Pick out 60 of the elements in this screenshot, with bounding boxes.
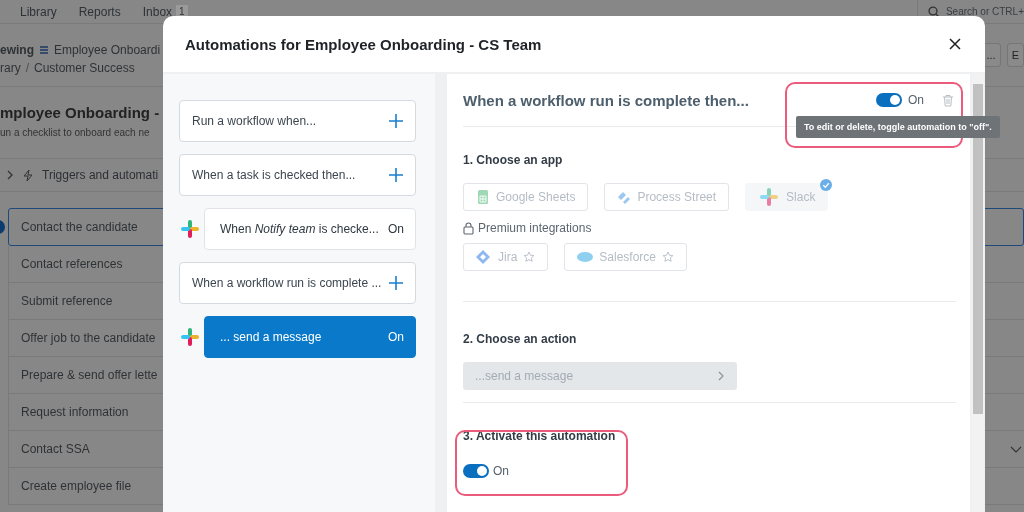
- breadcrumb-link[interactable]: rary: [0, 61, 21, 75]
- slack-logo-icon: [758, 186, 781, 208]
- section-label: Premium integrations: [478, 221, 592, 235]
- trigger-label: When a workflow run is complete ...: [192, 276, 382, 290]
- trash-icon: [942, 93, 954, 107]
- trigger-card[interactable]: When a task is checked then...: [179, 154, 416, 196]
- chevron-icon: [718, 371, 725, 381]
- plus-icon: [389, 276, 403, 290]
- app-option[interactable]: Salesforce: [564, 243, 688, 271]
- diamond-icon: [476, 250, 492, 264]
- status-label: On: [388, 330, 404, 344]
- workflow-icon: [39, 44, 49, 56]
- search-icon: [928, 5, 940, 18]
- trigger-card[interactable]: When a workflow run is complete ...: [179, 262, 416, 304]
- toolbar-button[interactable]: E: [1006, 43, 1024, 67]
- toggle-switch[interactable]: [463, 464, 489, 478]
- nav-link[interactable]: Reports: [78, 4, 121, 19]
- slack-logo-icon: [179, 326, 201, 348]
- lightning-icon: [22, 168, 34, 182]
- workflow-link[interactable]: Employee Onboardi: [54, 43, 161, 57]
- breadcrumb-separator: /: [25, 61, 29, 75]
- close-icon: [949, 38, 961, 50]
- nav-link[interactable]: Library: [20, 4, 57, 19]
- plus-icon: [389, 168, 403, 182]
- action-card[interactable]: ... send a message On: [204, 316, 416, 358]
- tooltip: To edit or delete, toggle automation to "off".: [796, 116, 1000, 138]
- status-label: On: [388, 222, 404, 236]
- slack-logo-icon: [179, 218, 201, 240]
- toggle-label: On: [908, 93, 924, 107]
- trigger-card[interactable]: Run a workflow when...: [179, 100, 416, 142]
- action-label: When Notify team is checke...: [220, 222, 379, 236]
- step-heading: 1. Choose an app: [463, 153, 564, 167]
- mode-label: ewing: [0, 43, 34, 57]
- search-placeholder: Search or CTRL+: [945, 6, 1024, 17]
- plus-icon: [389, 114, 403, 128]
- app-option[interactable]: Google Sheets: [463, 183, 589, 211]
- step-heading: 2. Choose an action: [463, 332, 578, 346]
- app-option[interactable]: Jira: [463, 243, 549, 271]
- app-option[interactable]: Process Street: [604, 183, 730, 211]
- toggle-switch[interactable]: [876, 93, 902, 107]
- breadcrumb-link[interactable]: Customer Success: [34, 61, 135, 75]
- section-label: Triggers and automati: [42, 168, 159, 182]
- spreadsheet-icon: [476, 190, 490, 204]
- toggle-label: On: [493, 464, 509, 478]
- workflow-description: un a checklist to onboard each ne: [0, 127, 150, 138]
- close-button[interactable]: [947, 36, 963, 52]
- workflow-title: mployee Onboarding -: [0, 104, 160, 121]
- action-label: ... send a message: [220, 330, 322, 344]
- star-icon: [662, 251, 675, 263]
- chevron-icon: [1010, 444, 1022, 454]
- dialog-title: Automations for Employee Onboarding - CS Team: [185, 35, 542, 53]
- action-card[interactable]: When Notify team is checke... On: [204, 208, 416, 250]
- action-select-field[interactable]: ...send a message: [463, 362, 737, 390]
- check-badge-icon: [820, 179, 833, 191]
- lock-icon: [463, 221, 474, 235]
- chevron-icon: [6, 169, 14, 181]
- panel-title: When a workflow run is complete then...: [463, 91, 749, 109]
- trigger-label: When a task is checked then...: [192, 168, 356, 182]
- star-icon: [523, 251, 536, 263]
- trigger-label: Run a workflow when...: [192, 114, 317, 128]
